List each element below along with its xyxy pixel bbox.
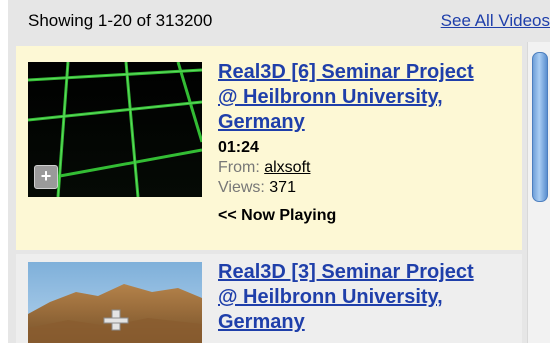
scrollbar[interactable] [527, 42, 550, 343]
views-label: Views: [218, 179, 270, 196]
video-item[interactable]: Real3D [3] Seminar Project @ Heilbronn U… [16, 254, 522, 343]
video-title-link[interactable]: Real3D [6] Seminar Project @ Heilbronn U… [218, 60, 518, 135]
video-title-link[interactable]: Real3D [3] Seminar Project @ Heilbronn U… [218, 260, 518, 335]
video-title-line: @ Heilbronn University, [218, 286, 443, 308]
video-title-line: Real3D [3] Seminar Project [218, 261, 474, 283]
scrollbar-thumb[interactable] [532, 52, 548, 202]
video-title-line: Germany [218, 311, 305, 333]
plus-icon[interactable]: + [34, 165, 58, 189]
from-label: From: [218, 159, 265, 176]
video-info: Real3D [6] Seminar Project @ Heilbronn U… [218, 60, 518, 226]
related-videos-frame: Showing 1-20 of 313200 See All Videos + … [0, 0, 550, 343]
video-list: + Real3D [6] Seminar Project @ Heilbronn… [8, 42, 550, 343]
see-all-videos-link[interactable]: See All Videos [441, 11, 550, 31]
video-author: From: alxsoft [218, 158, 518, 178]
video-title-line: Real3D [6] Seminar Project [218, 61, 474, 83]
list-header: Showing 1-20 of 313200 See All Videos [8, 0, 550, 42]
video-item-now-playing[interactable]: + Real3D [6] Seminar Project @ Heilbronn… [16, 46, 522, 250]
results-count: Showing 1-20 of 313200 [28, 11, 213, 30]
video-title-line: Germany [218, 111, 305, 133]
video-duration: 01:24 [218, 139, 259, 156]
related-videos-panel: Showing 1-20 of 313200 See All Videos + … [8, 0, 550, 343]
views-count: 371 [269, 179, 296, 196]
video-title-line: @ Heilbronn University, [218, 86, 443, 108]
now-playing-label: << Now Playing [218, 207, 337, 224]
video-thumbnail[interactable]: + [28, 62, 202, 197]
thumbnail-image [28, 262, 202, 343]
author-link[interactable]: alxsoft [264, 159, 310, 176]
video-info: Real3D [3] Seminar Project @ Heilbronn U… [218, 260, 518, 335]
video-views: Views: 371 [218, 178, 518, 198]
video-thumbnail[interactable] [28, 262, 202, 343]
